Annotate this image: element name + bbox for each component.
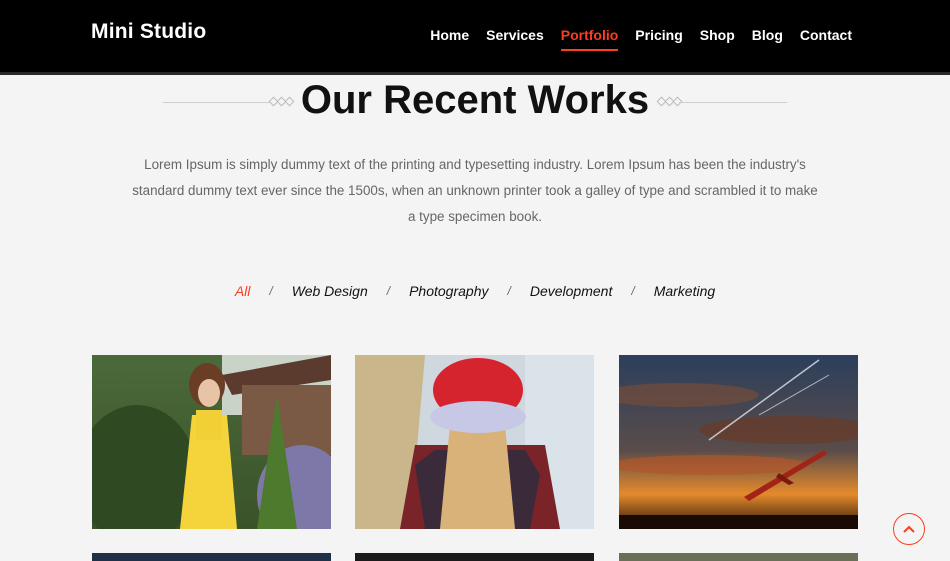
site-header: Mini Studio Home Services Portfolio Pric…	[0, 0, 950, 75]
nav-portfolio[interactable]: Portfolio	[560, 27, 619, 51]
chevron-up-icon	[903, 525, 915, 533]
nav-pricing[interactable]: Pricing	[635, 27, 682, 51]
portfolio-item-woman-garden[interactable]	[92, 355, 331, 529]
portfolio-item-red-cap[interactable]	[355, 355, 594, 529]
portfolio-item-row2-3[interactable]	[619, 553, 858, 561]
portfolio-item-row2-2[interactable]	[355, 553, 594, 561]
filter-separator: /	[507, 284, 511, 298]
portfolio-filters: All / Web Design / Photography / Develop…	[0, 283, 950, 299]
section-title: Our Recent Works	[300, 78, 650, 122]
diamond-ornament-right	[656, 96, 683, 107]
section-heading: Our Recent Works	[0, 78, 950, 128]
nav-shop[interactable]: Shop	[700, 27, 735, 51]
nav-services[interactable]: Services	[486, 27, 544, 51]
portfolio-item-glider-sunset[interactable]	[619, 355, 858, 529]
filter-web-design[interactable]: Web Design	[292, 283, 368, 299]
filter-all[interactable]: All	[235, 283, 251, 299]
nav-contact[interactable]: Contact	[800, 27, 852, 51]
filter-photography[interactable]: Photography	[409, 283, 488, 299]
portfolio-image	[619, 355, 858, 529]
filter-development[interactable]: Development	[530, 283, 613, 299]
filter-marketing[interactable]: Marketing	[654, 283, 715, 299]
scroll-to-top-button[interactable]	[893, 513, 925, 545]
site-logo[interactable]: Mini Studio	[91, 20, 206, 44]
filter-separator: /	[631, 284, 635, 298]
filter-separator: /	[269, 284, 273, 298]
filter-separator: /	[386, 284, 391, 298]
nav-home[interactable]: Home	[430, 27, 469, 51]
section-intro: Lorem Ipsum is simply dummy text of the …	[132, 157, 818, 224]
heading-divider-right	[679, 102, 787, 103]
nav-blog[interactable]: Blog	[752, 27, 783, 51]
portfolio-image	[92, 355, 331, 529]
portfolio-item-row2-1[interactable]	[92, 553, 331, 561]
portfolio-image	[355, 355, 594, 529]
main-nav: Home Services Portfolio Pricing Shop Blo…	[430, 27, 852, 51]
